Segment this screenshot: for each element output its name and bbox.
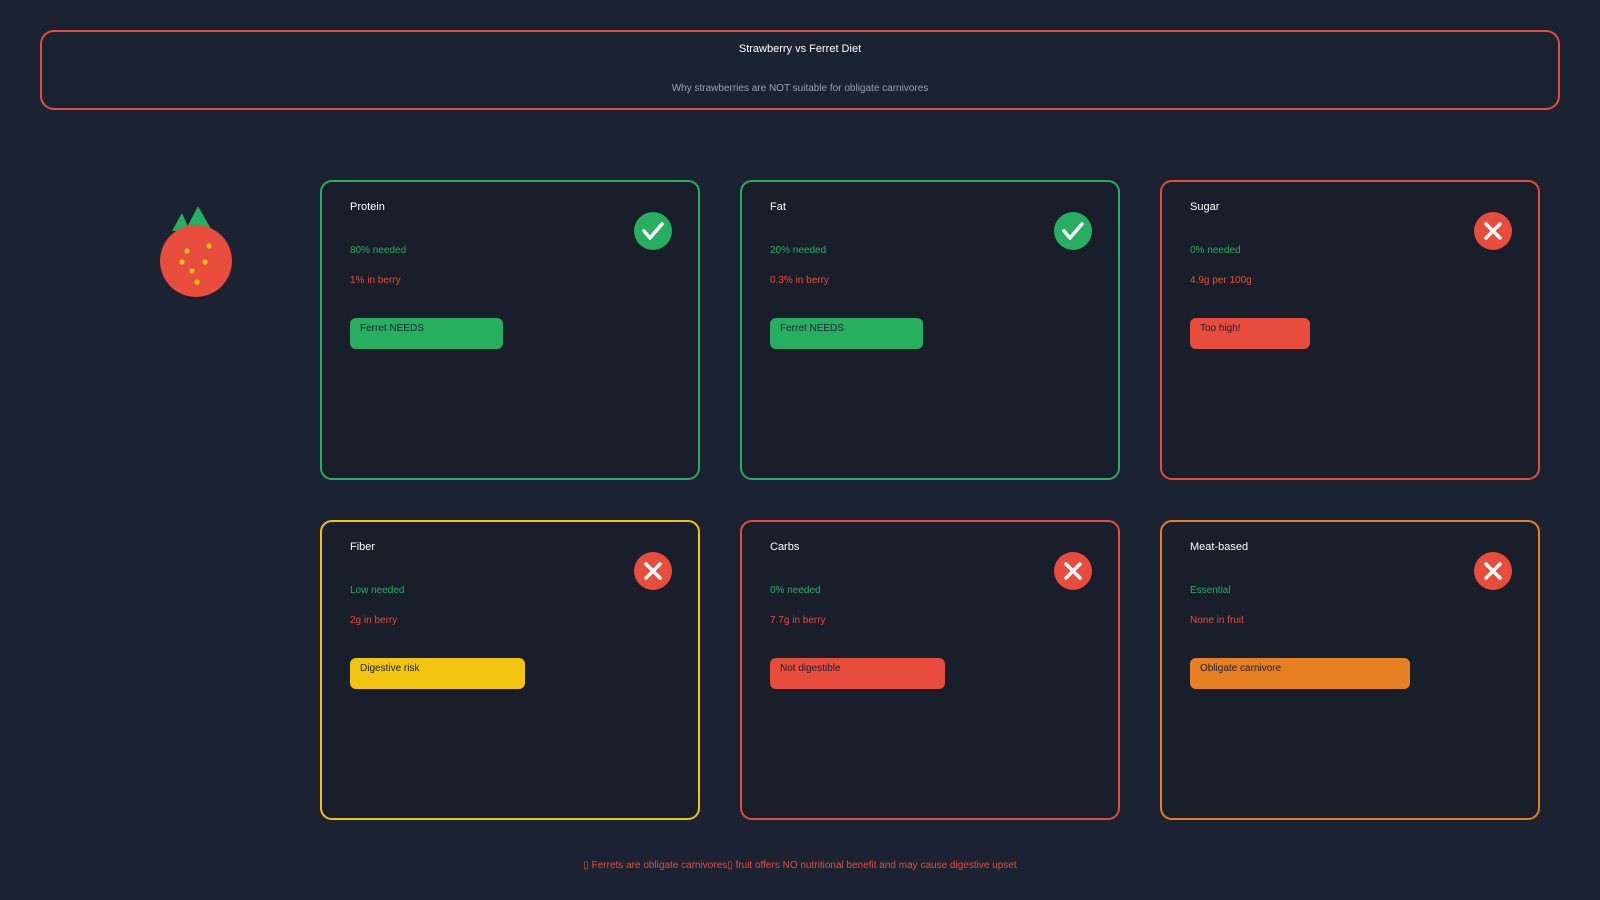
page-title: Strawberry vs Ferret Diet: [738, 43, 862, 55]
card-title: Meat-based: [1190, 541, 1249, 553]
card-in-berry: 2g in berry: [350, 615, 398, 626]
card-badge: Obligate carnivore: [1190, 658, 1410, 689]
card-badge: Digestive risk: [350, 658, 525, 689]
card-fat: Fat 20% needed 0.3% in berry Ferret NEED…: [740, 180, 1120, 480]
page-subtitle: Why strawberries are NOT suitable for ob…: [671, 83, 929, 94]
cross-icon: [1054, 552, 1092, 590]
card-protein: Protein 80% needed 1% in berry Ferret NE…: [320, 180, 700, 480]
card-in-berry: None in fruit: [1190, 615, 1244, 626]
card-in-berry: 7.7g in berry: [770, 615, 826, 626]
card-badge: Too high!: [1190, 318, 1310, 349]
card-in-berry: 1% in berry: [350, 275, 401, 286]
card-needed: 0% needed: [770, 585, 821, 596]
card-needed: 80% needed: [350, 245, 407, 256]
strawberry-icon: [160, 205, 240, 305]
card-title: Sugar: [1190, 201, 1220, 213]
card-fiber: Fiber Low needed 2g in berry Digestive r…: [320, 520, 700, 820]
card-title: Fiber: [350, 541, 376, 553]
card-badge: Not digestible: [770, 658, 945, 689]
cross-icon: [1474, 552, 1512, 590]
card-badge: Ferret NEEDS: [350, 318, 503, 349]
check-icon: [1054, 212, 1092, 250]
check-icon: [634, 212, 672, 250]
cross-icon: [634, 552, 672, 590]
card-needed: 20% needed: [770, 245, 827, 256]
cross-icon: [1474, 212, 1512, 250]
card-in-berry: 4.9g per 100g: [1190, 275, 1252, 286]
card-title: Carbs: [770, 541, 800, 553]
card-badge: Ferret NEEDS: [770, 318, 923, 349]
card-needed: 0% needed: [1190, 245, 1241, 256]
card-title: Protein: [350, 201, 385, 213]
card-carbs: Carbs 0% needed 7.7g in berry Not digest…: [740, 520, 1120, 820]
card-title: Fat: [770, 201, 786, 213]
header-panel: Strawberry vs Ferret Diet Why strawberri…: [40, 30, 1560, 110]
card-sugar: Sugar 0% needed 4.9g per 100g Too high!: [1160, 180, 1540, 480]
card-needed: Essential: [1190, 585, 1231, 596]
card-needed: Low needed: [350, 585, 405, 596]
card-meat-based: Meat-based Essential None in fruit Oblig…: [1160, 520, 1540, 820]
footer-note: ▯ Ferrets are obligate carnivores▯ fruit…: [583, 860, 1017, 871]
card-in-berry: 0.3% in berry: [770, 275, 829, 286]
